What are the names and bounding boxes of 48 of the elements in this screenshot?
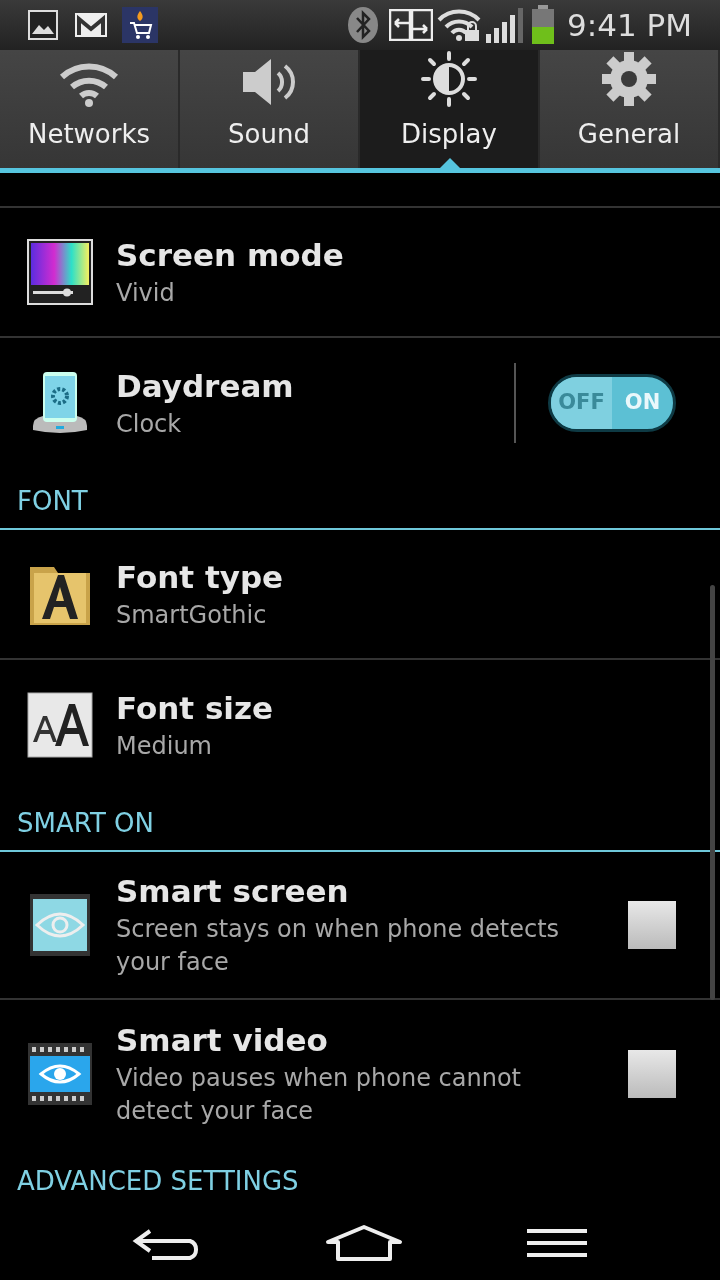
setting-title: Font size	[116, 688, 275, 728]
setting-subtitle: Medium	[116, 730, 213, 762]
brightness-icon	[421, 51, 477, 107]
font-size-icon	[27, 692, 93, 758]
shopping-cart-icon	[122, 7, 158, 43]
setting-subtitle: SmartGothic	[116, 599, 268, 631]
tab[interactable]: Sound	[180, 50, 360, 168]
battery-icon	[531, 5, 556, 45]
wifi-icon	[58, 61, 120, 107]
setting-title: Daydream	[116, 366, 295, 406]
settings-row[interactable]: Screen mode Vivid	[0, 208, 720, 338]
setting-title: Smart screen	[116, 872, 350, 911]
settings-icon	[601, 51, 657, 107]
setting-title: Font type	[116, 557, 285, 597]
setting-subtitle: Clock	[116, 408, 183, 440]
setting-title: Screen mode	[116, 235, 345, 275]
section-header: FONT	[17, 488, 88, 514]
settings-row[interactable]: Smart video Video pauses when phone cannot detect your face	[0, 1000, 720, 1148]
bluetooth-icon	[347, 6, 380, 44]
checkbox[interactable]	[628, 901, 676, 949]
eye-screen-icon	[29, 893, 91, 957]
color-palette-icon	[27, 239, 93, 305]
checkbox[interactable]	[628, 1050, 676, 1098]
menu-icon[interactable]	[526, 1227, 589, 1258]
section-header: ADVANCED SETTINGS	[17, 1168, 299, 1194]
tab[interactable]: General	[540, 50, 720, 168]
speaker-icon	[241, 57, 297, 107]
settings-row[interactable]: Font size Medium	[0, 660, 720, 790]
eye-film-icon	[27, 1042, 93, 1106]
tab[interactable]: Networks	[0, 50, 180, 168]
settings-row[interactable]: Font type SmartGothic	[0, 530, 720, 660]
section-header: SMART ON	[17, 810, 154, 836]
screen-share-icon	[389, 9, 434, 41]
clock-time: 9:41 PM	[567, 5, 692, 45]
on-label: ON	[623, 389, 662, 417]
signal-icon	[485, 6, 524, 44]
setting-subtitle: Screen stays on when phone detects your face	[116, 914, 561, 978]
image-icon	[28, 10, 58, 40]
settings-row[interactable]: Smart screen Screen stays on when phone detects your face	[0, 852, 720, 1000]
settings-row[interactable]: Daydream Clock OFF ON	[0, 338, 720, 468]
wifi-lock-icon	[437, 8, 482, 42]
setting-title: Smart video	[116, 1021, 329, 1060]
home-icon[interactable]	[325, 1223, 403, 1262]
mail-icon	[74, 11, 108, 39]
setting-subtitle: Video pauses when phone cannot detect your face	[116, 1063, 523, 1127]
tab[interactable]: Display	[360, 50, 540, 168]
off-label: OFF	[551, 377, 612, 429]
setting-subtitle: Vivid	[116, 277, 176, 309]
